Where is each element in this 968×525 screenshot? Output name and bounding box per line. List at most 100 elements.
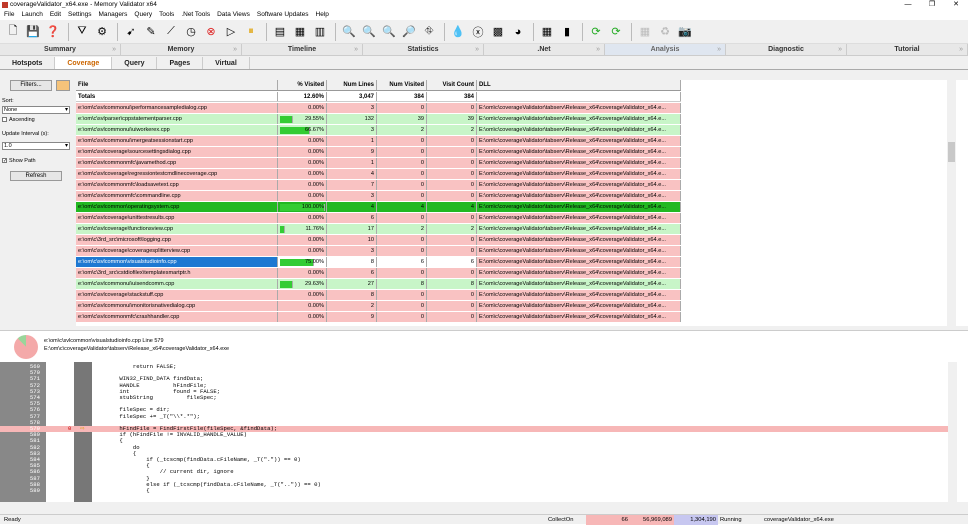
menu-net-tools[interactable]: .Net Tools [181, 10, 210, 20]
subtab-virtual[interactable]: Virtual [203, 57, 250, 69]
bars-icon[interactable]: ▮ [558, 23, 576, 41]
grid-scroll-thumb[interactable] [948, 142, 955, 162]
table-row[interactable]: e:\om\c\3rd_src\microsoft\logging.cpp 0.0… [76, 235, 681, 246]
source-minimap[interactable] [957, 362, 968, 502]
camera-icon[interactable]: 📷 [676, 23, 694, 41]
hex-icon[interactable]: ⓧ [469, 23, 487, 41]
column-header[interactable]: Num Lines [327, 80, 377, 90]
table-row[interactable]: e:\om\c\svlparser\cppstatementparser.cpp… [76, 114, 681, 125]
menu-managers[interactable]: Managers [99, 10, 128, 20]
source-hscrollbar[interactable] [0, 502, 948, 510]
recycle-icon[interactable]: ♻ [656, 23, 674, 41]
menu-help[interactable]: Help [316, 10, 329, 20]
refresh-icon[interactable]: ⟳ [587, 23, 605, 41]
menu-settings[interactable]: Settings [68, 10, 92, 20]
menu-tools[interactable]: Tools [159, 10, 174, 20]
ascending-checkbox[interactable]: Ascending [2, 117, 35, 124]
column-header[interactable]: File [76, 80, 278, 90]
minimize-button[interactable]: — [896, 0, 920, 10]
tab-tutorial[interactable]: Tutorial » [847, 44, 968, 55]
table-row[interactable]: e:\om\c\svlcommonui\uisendcomm.cpp 29.63%… [76, 279, 681, 290]
table-row[interactable]: e:\om\c\svlcommon\operatingsystem.cpp 100… [76, 202, 681, 213]
column-header[interactable]: Visit Count [427, 80, 477, 90]
table-row[interactable]: e:\om\c\svlcommonmfc\commandline.cpp 0.00… [76, 191, 681, 202]
tab-chevron-icon[interactable]: » [475, 44, 479, 56]
search-icon[interactable]: 🔍 [340, 23, 358, 41]
attach-icon[interactable]: ✎ [142, 23, 160, 41]
table-row[interactable]: e:\om\c\svlcoverage\stackstuff.cpp 0.00% 8… [76, 290, 681, 301]
launch-icon[interactable]: ➹ [122, 23, 140, 41]
table-row[interactable]: e:\om\c\svlcoverage\unittestresults.cpp 0… [76, 213, 681, 224]
subtab-coverage[interactable]: Coverage [55, 57, 113, 69]
export-icon[interactable]: ▥ [311, 23, 329, 41]
search-symbol-icon[interactable]: 🔍 [380, 23, 398, 41]
refresh-button[interactable]: Refresh [10, 171, 62, 181]
table-row[interactable]: e:\om\c\svlcommon\visualstudioinfo.cpp 75… [76, 257, 681, 268]
tab-chevron-icon[interactable]: » [354, 44, 358, 56]
memory-icon[interactable]: ▦ [538, 23, 556, 41]
pie-icon[interactable]: ◕ [509, 23, 527, 41]
subtab-hotspots[interactable]: Hotspots [0, 57, 56, 69]
tab-net[interactable]: .Net » [484, 44, 605, 55]
modules-icon[interactable]: ▩ [489, 23, 507, 41]
menu-file[interactable]: File [4, 10, 14, 20]
tab-chevron-icon[interactable]: » [596, 44, 600, 56]
settings-icon[interactable]: ⚙ [93, 23, 111, 41]
tab-chevron-icon[interactable]: » [959, 44, 963, 56]
grid-scrollbar[interactable] [947, 80, 956, 326]
source-view[interactable]: 569 return FALSE; 570 571 WIN32_FIND_DATA … [0, 362, 968, 502]
tab-timeline[interactable]: Timeline » [242, 44, 363, 55]
menu-edit[interactable]: Edit [50, 10, 61, 20]
show-path-checkbox[interactable]: ✓ Show Path [2, 158, 36, 165]
pause-icon[interactable]: ⏸ [242, 23, 260, 41]
help-icon[interactable]: ❓ [44, 23, 62, 41]
table-row[interactable]: e:\om\c\svlcommonmfc\loadsavetext.cpp 0.0… [76, 180, 681, 191]
table-row[interactable]: e:\om\c\svlcommonui\performancesampledia… [76, 103, 681, 114]
tab-diagnostic[interactable]: Diagnostic » [726, 44, 847, 55]
tab-analysis[interactable]: Analysis » [605, 44, 726, 55]
table-row[interactable]: e:\om\c\svlcommonui\mergeatsessionstart.… [76, 136, 681, 147]
column-header[interactable]: % Visited [278, 80, 327, 90]
tab-chevron-icon[interactable]: » [112, 44, 116, 56]
table-row[interactable]: e:\om\c\svlcommonmfc\crashhandler.cpp 0.0… [76, 312, 681, 323]
tab-chevron-icon[interactable]: » [838, 44, 842, 56]
table-row[interactable]: e:\om\c\svlcoverage\coveragesplitterview… [76, 246, 681, 257]
find-icon[interactable]: 🔎 [400, 23, 418, 41]
update-interval-select[interactable]: 1.0 [2, 142, 70, 150]
column-header[interactable]: DLL [477, 80, 681, 90]
tab-chevron-icon[interactable]: » [717, 44, 721, 56]
stop-icon[interactable]: ⊗ [202, 23, 220, 41]
tab-summary[interactable]: Summary » [0, 44, 121, 55]
menu-software-updates[interactable]: Software Updates [257, 10, 309, 20]
table-row[interactable]: e:\om\c\svlcommonmfc\javamethod.cpp 0.00%… [76, 158, 681, 169]
source-scrollbar[interactable] [948, 362, 957, 502]
table-row[interactable]: e:\om\c\svlcoverage\regressiontestcmdlin… [76, 169, 681, 180]
grid-icon[interactable]: ▦ [636, 23, 654, 41]
tab-memory[interactable]: Memory » [121, 44, 242, 55]
menu-data-views[interactable]: Data Views [217, 10, 250, 20]
filters-button[interactable]: Filters... [10, 80, 52, 91]
close-button[interactable]: ✕ [944, 0, 968, 10]
table-row[interactable]: e:\om\c\svlcommonui\uiworkerex.cpp 66.67%… [76, 125, 681, 136]
report-icon[interactable]: ▦ [291, 23, 309, 41]
search-lines-icon[interactable]: 🔍 [360, 23, 378, 41]
maximize-button[interactable]: ❐ [920, 0, 944, 10]
menu-launch[interactable]: Launch [21, 10, 42, 20]
drop-icon[interactable]: 💧 [449, 23, 467, 41]
subtab-query[interactable]: Query [112, 57, 158, 69]
column-header[interactable]: Num Visited [377, 80, 427, 90]
refresh-all-icon[interactable]: ⟳ [607, 23, 625, 41]
table-row[interactable]: e:\om\c\svlcoverage\sourcesettingsdialog… [76, 147, 681, 158]
table-row[interactable]: e:\om\c\svlcommonui\monitorisnativedialo… [76, 301, 681, 312]
new-icon[interactable]: 🗋 [4, 23, 22, 41]
tab-statistics[interactable]: Statistics » [363, 44, 484, 55]
grid-minimap[interactable] [956, 80, 968, 326]
filter-icon[interactable]: ⛛ [73, 23, 91, 41]
chart-icon[interactable]: ▤ [271, 23, 289, 41]
save-icon[interactable]: 💾 [24, 23, 42, 41]
menu-query[interactable]: Query [134, 10, 152, 20]
table-row[interactable]: e:\om\c\3rd_src\cstdiofilex\templatesmar… [76, 268, 681, 279]
inject-icon[interactable]: ⟋ [162, 23, 180, 41]
tab-chevron-icon[interactable]: » [233, 44, 237, 56]
graph-icon[interactable]: ⛗ [420, 23, 438, 41]
